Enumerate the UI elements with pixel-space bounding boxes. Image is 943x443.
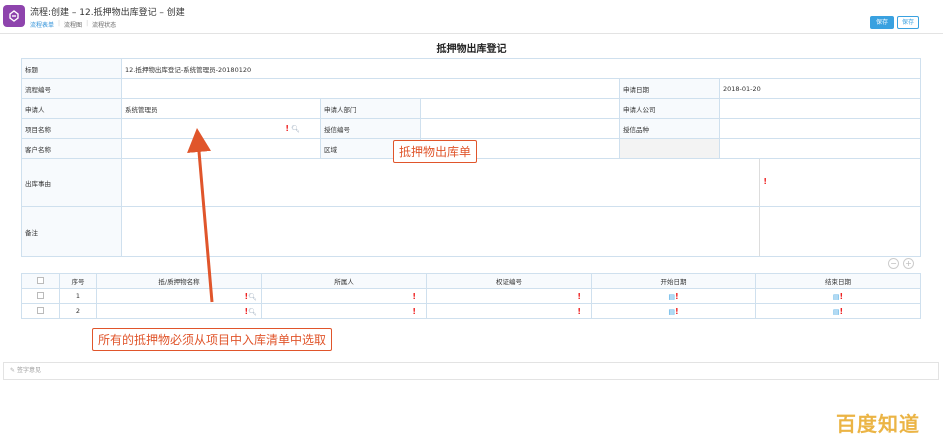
search-icon[interactable]: 🔍︎ xyxy=(248,308,257,316)
watermark-logo: 百度知道 xyxy=(836,412,920,436)
project-name-field[interactable]: ! 🔍︎ xyxy=(121,118,321,139)
required-mark: ! xyxy=(763,177,767,186)
required-mark: ! xyxy=(412,306,416,316)
apply-date-label: 申请日期 xyxy=(619,78,720,99)
credit-type-field[interactable] xyxy=(719,118,921,139)
remove-row-icon[interactable]: − xyxy=(888,258,899,269)
column-header: 结束日期 xyxy=(755,273,921,289)
remark-cell xyxy=(121,206,921,257)
flow-no-field[interactable] xyxy=(121,78,620,99)
region-extra-cell xyxy=(619,138,720,159)
row-checkbox[interactable] xyxy=(37,306,44,314)
column-header: 权证编号 xyxy=(426,273,592,289)
save-button[interactable]: 保存 xyxy=(870,16,894,29)
form-title: 抵押物出库登记 xyxy=(436,44,507,55)
reason-textarea[interactable] xyxy=(123,159,760,206)
sign-opinion-input[interactable]: ✎ 签字意见 xyxy=(3,362,939,380)
remark-label: 备注 xyxy=(21,206,122,257)
row-number: 2 xyxy=(59,303,97,319)
annotation-callout: 所有的抵押物必须从项目中入库清单中选取 xyxy=(92,328,333,351)
sign-opinion-placeholder: 签字意见 xyxy=(16,367,41,374)
column-header: 开始日期 xyxy=(591,273,756,289)
app-logo-icon xyxy=(3,5,25,27)
credit-no-field[interactable] xyxy=(420,118,620,139)
required-mark: ! xyxy=(577,291,581,301)
select-all-checkbox[interactable] xyxy=(37,276,44,284)
annotation-callout: 抵押物出库单 xyxy=(393,140,478,163)
end-date-field[interactable]: ▤! xyxy=(755,303,921,319)
start-date-field[interactable]: ▤! xyxy=(591,303,756,319)
add-row-icon[interactable]: + xyxy=(903,258,914,269)
column-header: 序号 xyxy=(59,273,97,289)
column-header: 抵/质押物名称 xyxy=(96,273,262,289)
applicant-dept-label: 申请人部门 xyxy=(320,98,421,119)
window-title: 流程:创建 – 12.抵押物出库登记 – 创建 xyxy=(30,8,185,18)
project-name-label: 项目名称 xyxy=(21,118,122,139)
region-extra-field[interactable] xyxy=(719,138,921,159)
collateral-name-field[interactable]: !🔍︎ xyxy=(96,288,262,304)
select-all-cell xyxy=(21,273,60,289)
certificate-no-field[interactable]: ! xyxy=(426,288,592,304)
row-number: 1 xyxy=(59,288,97,304)
required-mark: ! xyxy=(839,306,844,316)
detail-table: 序号 抵/质押物名称 所属人 权证编号 开始日期 结束日期 1 !🔍︎ ! ! … xyxy=(21,273,921,319)
search-icon[interactable]: 🔍︎ xyxy=(291,125,300,133)
credit-type-label: 授信品种 xyxy=(619,118,720,139)
search-icon[interactable]: 🔍︎ xyxy=(248,293,257,301)
applicant-dept-field[interactable] xyxy=(420,98,620,119)
secondary-button[interactable]: 保存 xyxy=(897,16,919,29)
remark-textarea[interactable] xyxy=(123,207,760,256)
title-field[interactable]: 12.抵押物出库登记-系统管理员-20180120 xyxy=(121,58,921,79)
required-mark: ! xyxy=(674,306,679,316)
tab-bar: 流程表单 | 流程图 | 流程状态 xyxy=(30,20,116,29)
applicant-company-label: 申请人公司 xyxy=(619,98,720,119)
reason-label: 出库事由 xyxy=(21,158,122,207)
applicant-field[interactable]: 系统管理员 xyxy=(121,98,321,119)
tab-flow-status[interactable]: 流程状态 xyxy=(92,20,116,29)
owner-field[interactable]: ! xyxy=(261,303,427,319)
tab-flow-chart[interactable]: 流程图 xyxy=(64,20,82,29)
collateral-name-field[interactable]: !🔍︎ xyxy=(96,303,262,319)
top-bar: 流程:创建 – 12.抵押物出库登记 – 创建 流程表单 | 流程图 | 流程状… xyxy=(0,0,943,34)
required-mark: ! xyxy=(577,306,581,316)
reason-cell: ! xyxy=(121,158,921,207)
table-row: 2 !🔍︎ ! ! ▤! ▤! xyxy=(21,303,921,319)
certificate-no-field[interactable]: ! xyxy=(426,303,592,319)
calendar-icon[interactable]: ▤ xyxy=(668,293,675,301)
title-label: 标题 xyxy=(21,58,122,79)
row-checkbox[interactable] xyxy=(37,291,44,299)
start-date-field[interactable]: ▤! xyxy=(591,288,756,304)
tab-separator: | xyxy=(86,20,89,27)
row-controls: − + xyxy=(888,258,914,269)
required-mark: ! xyxy=(674,291,679,301)
customer-name-label: 客户名称 xyxy=(21,138,122,159)
table-row: 1 !🔍︎ ! ! ▤! ▤! xyxy=(21,288,921,304)
column-header: 所属人 xyxy=(261,273,427,289)
required-mark: ! xyxy=(412,291,416,301)
apply-date-field[interactable]: 2018-01-20 xyxy=(719,78,921,99)
pencil-icon: ✎ xyxy=(10,367,16,374)
owner-field[interactable]: ! xyxy=(261,288,427,304)
credit-no-label: 授信编号 xyxy=(320,118,421,139)
applicant-company-field[interactable] xyxy=(719,98,921,119)
end-date-field[interactable]: ▤! xyxy=(755,288,921,304)
applicant-label: 申请人 xyxy=(21,98,122,119)
customer-name-field[interactable] xyxy=(121,138,321,159)
tab-flow-form[interactable]: 流程表单 xyxy=(30,20,54,29)
calendar-icon[interactable]: ▤ xyxy=(668,308,675,316)
required-mark: ! xyxy=(285,124,290,133)
tab-separator: | xyxy=(58,20,61,27)
required-mark: ! xyxy=(839,291,844,301)
flow-no-label: 流程编号 xyxy=(21,78,122,99)
